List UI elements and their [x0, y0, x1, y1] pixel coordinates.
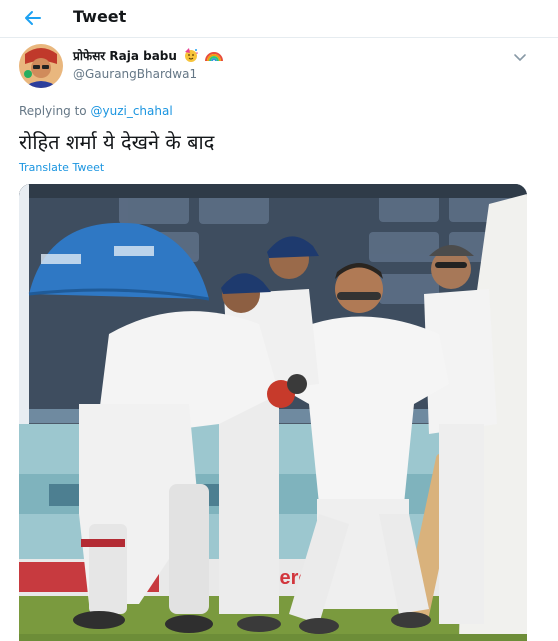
replying-label: Replying to: [19, 104, 87, 118]
party-face-emoji: [183, 47, 199, 66]
tweet-menu-button[interactable]: [513, 48, 527, 62]
back-button[interactable]: [22, 7, 44, 29]
replying-to-link[interactable]: @yuzi_chahal: [90, 104, 172, 118]
page-title: Tweet: [73, 7, 127, 26]
top-bar: Tweet: [0, 0, 558, 38]
chevron-down-icon: [514, 54, 526, 62]
arrow-left-icon: [25, 11, 41, 25]
tweet-text: रोहित शर्मा ये देखने के बाद: [19, 130, 215, 154]
translate-tweet-link[interactable]: Translate Tweet: [19, 161, 104, 174]
replying-to-line: Replying to @yuzi_chahal: [19, 104, 173, 118]
avatar[interactable]: [19, 44, 63, 88]
tweet-media-photo[interactable]: Hero: [19, 184, 527, 641]
rainbow-emoji: [205, 47, 224, 66]
author-name-row[interactable]: प्रोफेसर Raja babu: [73, 47, 224, 66]
author-handle[interactable]: @GaurangBhardwa1: [73, 67, 197, 81]
author-name[interactable]: प्रोफेसर Raja babu: [73, 49, 177, 63]
